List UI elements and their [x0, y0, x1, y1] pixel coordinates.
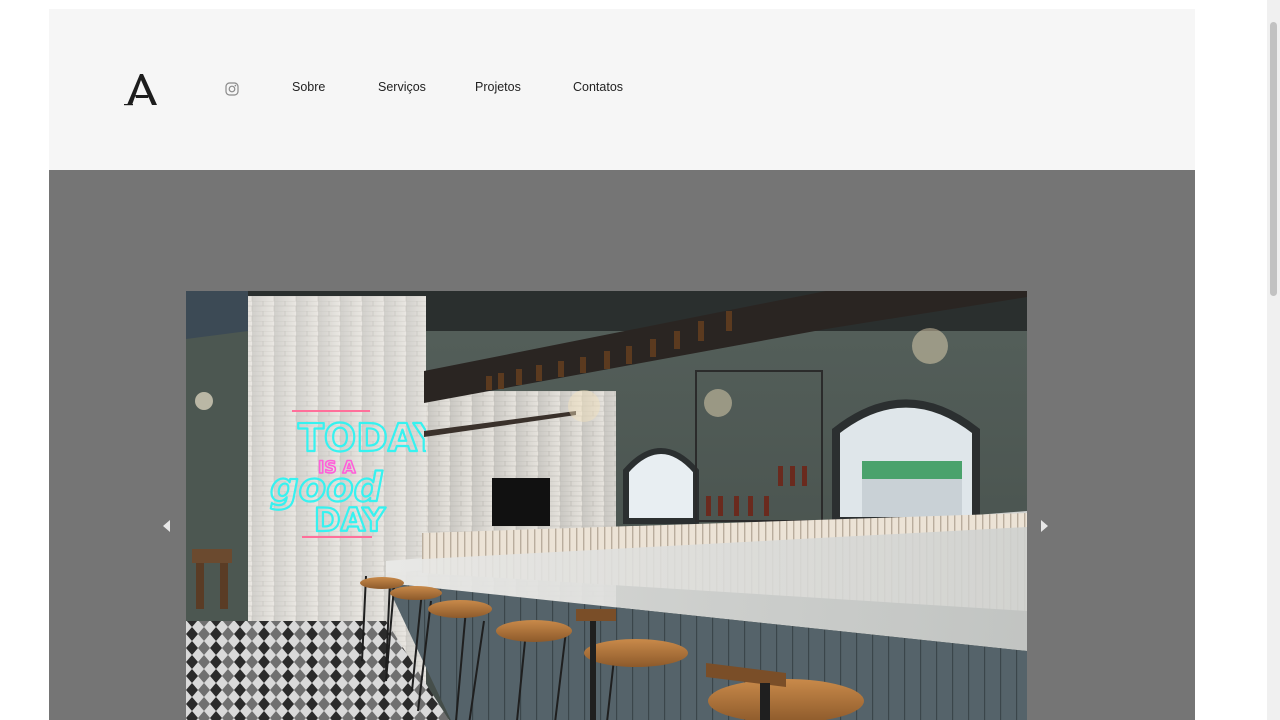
nav-contatos[interactable]: Contatos: [573, 80, 623, 94]
carousel-next-button[interactable]: [1036, 518, 1052, 534]
site-logo[interactable]: A: [124, 71, 160, 107]
instagram-icon[interactable]: [225, 82, 239, 96]
svg-text:TODAY: TODAY: [298, 416, 442, 460]
site-container: A Sobre Serviços Projetos Contatos: [49, 9, 1195, 720]
site-header: A Sobre Serviços Projetos Contatos: [49, 9, 1195, 170]
carousel-slide-image: TODAY IS A good DAY: [186, 291, 1027, 720]
page-scrollbar[interactable]: [1267, 0, 1280, 720]
hero-carousel: TODAY IS A good DAY: [49, 170, 1195, 720]
nav-servicos[interactable]: Serviços: [378, 80, 426, 94]
nav-projetos[interactable]: Projetos: [475, 80, 521, 94]
nav-sobre[interactable]: Sobre: [292, 80, 325, 94]
scrollbar-thumb[interactable]: [1270, 22, 1277, 296]
carousel-prev-button[interactable]: [159, 518, 175, 534]
svg-text:DAY: DAY: [314, 501, 386, 539]
